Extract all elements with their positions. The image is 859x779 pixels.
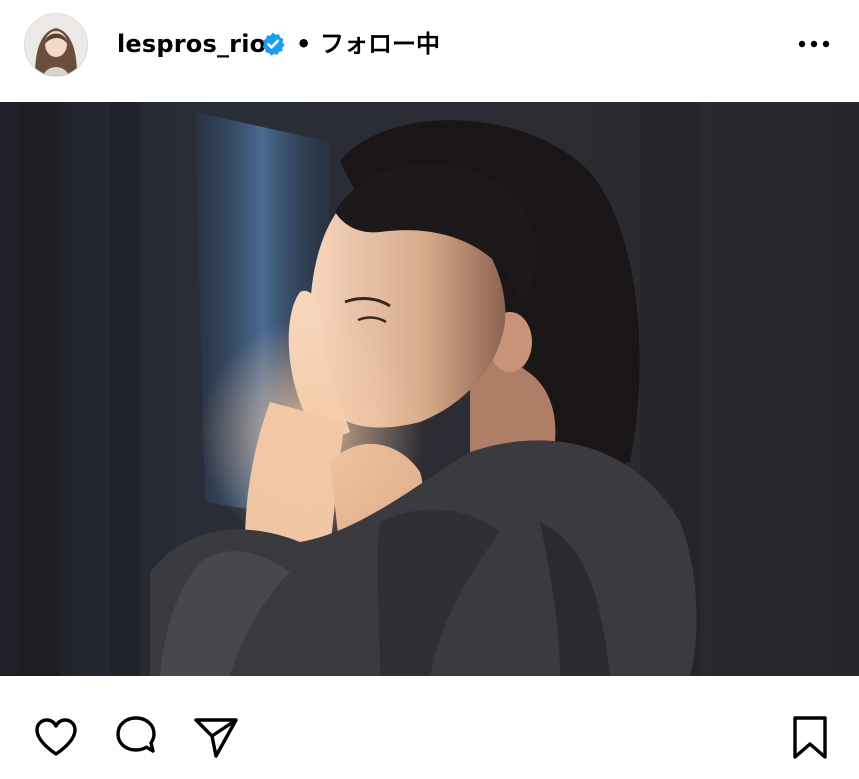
instagram-post: lespros_rio • フォロー中 bbox=[0, 0, 859, 779]
send-icon[interactable] bbox=[192, 714, 240, 762]
bookmark-icon[interactable] bbox=[786, 714, 834, 762]
following-button[interactable]: フォロー中 bbox=[320, 26, 440, 62]
avatar[interactable] bbox=[24, 13, 88, 77]
verified-badge-icon bbox=[260, 31, 286, 57]
post-image bbox=[0, 102, 859, 676]
comment-icon[interactable] bbox=[112, 714, 160, 762]
username-link[interactable]: lespros_rio bbox=[117, 26, 266, 62]
separator-dot: • bbox=[296, 30, 312, 58]
more-options-icon[interactable] bbox=[790, 28, 838, 60]
post-photo[interactable] bbox=[0, 102, 859, 676]
post-header: lespros_rio • フォロー中 bbox=[0, 0, 859, 101]
heart-icon[interactable] bbox=[32, 714, 80, 762]
post-actions-bar bbox=[0, 676, 859, 779]
avatar-image bbox=[25, 14, 87, 76]
